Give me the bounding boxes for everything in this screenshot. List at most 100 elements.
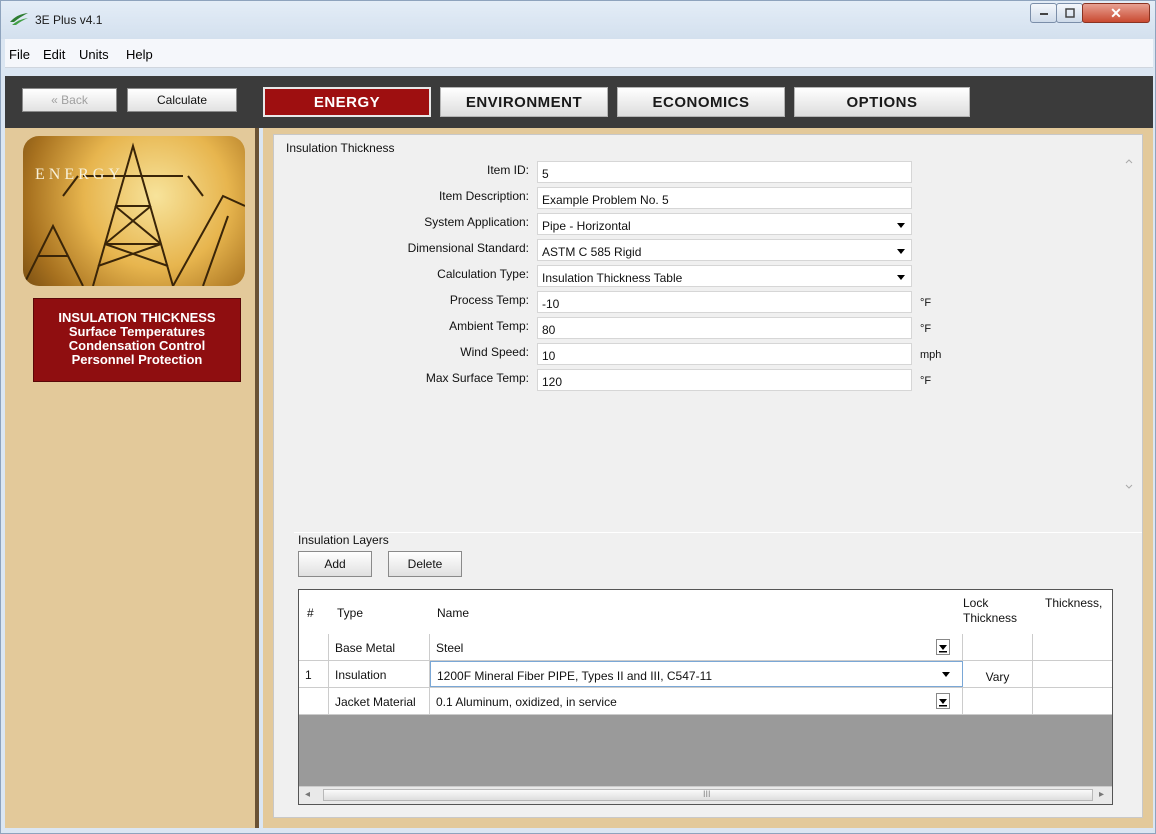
nav-surface-temperatures[interactable]: Surface Temperatures [34,325,240,339]
row-number: 1 [299,661,329,687]
calculation-type-value: Insulation Thickness Table [542,271,683,285]
max-surface-temp-label: Max Surface Temp: [425,371,529,385]
table-row[interactable]: Base Metal Steel [299,634,1112,661]
col-number: # [307,606,314,620]
chevron-down-icon [897,223,905,228]
row-name-combo[interactable]: 1200F Mineral Fiber PIPE, Types II and I… [430,661,963,687]
calculation-nav: INSULATION THICKNESS Surface Temperature… [33,298,241,382]
tab-options[interactable]: OPTIONS [794,87,970,117]
table-horizontal-scrollbar[interactable]: ◂ III ▸ [299,786,1112,804]
row-name-combo[interactable]: 0.1 Aluminum, oxidized, in service [430,688,963,714]
toolbar: « Back Calculate ENERGY ENVIRONMENT ECON… [5,76,1153,128]
form-vertical-scrollbar[interactable] [1122,151,1136,491]
window-title: 3E Plus v4.1 [35,13,103,27]
scroll-grip: III [703,789,711,799]
tab-economics[interactable]: ECONOMICS [617,87,785,117]
process-temp-unit: °F [920,297,932,309]
scrollbar-arrows-icon [1125,159,1133,489]
close-icon: ✕ [1110,4,1122,21]
row-name-combo[interactable]: Steel [430,634,963,660]
system-application-value: Pipe - Horizontal [542,219,631,233]
menu-bar: File Edit Units Help [5,39,1153,68]
ambient-temp-unit: °F [920,323,932,335]
maximize-icon [1064,8,1075,18]
row-thickness[interactable] [1033,661,1112,687]
dimensional-standard-value: ASTM C 585 Rigid [542,245,642,259]
row-name-value: 1200F Mineral Fiber PIPE, Types II and I… [437,669,713,683]
banner-text: ENERGY [35,166,124,183]
item-description-input[interactable]: Example Problem No. 5 [537,187,912,209]
item-id-label: Item ID: [486,163,529,177]
row-number [299,634,329,660]
menu-units[interactable]: Units [79,47,109,62]
wind-speed-unit: mph [920,349,942,361]
row-number [299,688,329,714]
col-thickness: Thickness, [1045,596,1103,610]
close-button[interactable]: ✕ [1082,3,1150,23]
add-layer-button[interactable]: Add [298,551,372,577]
row-name-value: 0.1 Aluminum, oxidized, in service [436,695,617,709]
system-application-select[interactable]: Pipe - Horizontal [537,213,912,235]
divider [294,532,1142,533]
nav-personnel-protection[interactable]: Personnel Protection [34,353,240,367]
insulation-thickness-panel: Insulation Thickness Item ID: 5 Item Des… [273,134,1143,818]
wind-speed-input[interactable]: 10 [537,343,912,365]
chevron-down-icon[interactable] [936,639,950,655]
row-name-value: Steel [436,641,464,655]
back-button[interactable]: « Back [22,88,117,112]
max-surface-temp-unit: °F [920,375,932,387]
item-id-input[interactable]: 5 [537,161,912,183]
row-lock[interactable] [963,634,1033,660]
dimensional-standard-select[interactable]: ASTM C 585 Rigid [537,239,912,261]
title-bar: 3E Plus v4.1 ✕ [1,1,1155,39]
calculation-type-label: Calculation Type: [437,267,529,281]
col-name: Name [437,606,470,620]
dimensional-standard-label: Dimensional Standard: [407,241,529,255]
insulation-layers-table: # Type Name Lock Thickness Thickness, Ba… [298,589,1113,805]
tab-energy[interactable]: ENERGY [263,87,431,117]
section-title: Insulation Thickness [286,141,395,155]
table-header: # Type Name Lock Thickness Thickness, [299,590,1112,635]
chevron-down-icon [897,249,905,254]
delete-layer-button[interactable]: Delete [388,551,462,577]
chevron-down-icon[interactable] [936,693,950,709]
row-type: Base Metal [329,634,430,660]
wind-speed-label: Wind Speed: [460,345,529,359]
menu-help[interactable]: Help [126,47,153,62]
minimize-button[interactable] [1030,3,1057,23]
process-temp-input[interactable]: -10 [537,291,912,313]
chevron-down-icon[interactable] [942,672,950,677]
scroll-left-icon[interactable]: ◂ [305,789,310,800]
power-tower-icon [23,142,245,286]
maximize-button[interactable] [1056,3,1083,23]
row-type: Jacket Material [329,688,430,714]
table-row[interactable]: 1 Insulation 1200F Mineral Fiber PIPE, T… [299,661,1112,688]
energy-banner-image: ENERGY [23,136,245,286]
calculate-button[interactable]: Calculate [127,88,237,112]
ambient-temp-input[interactable]: 80 [537,317,912,339]
chevron-down-icon [897,275,905,280]
menu-edit[interactable]: Edit [43,47,65,62]
calculation-type-select[interactable]: Insulation Thickness Table [537,265,912,287]
ambient-temp-label: Ambient Temp: [449,319,529,333]
col-lock-thickness: Lock Thickness [963,596,1018,625]
row-type: Insulation [329,661,430,687]
layers-section-title: Insulation Layers [298,533,389,547]
row-thickness[interactable] [1033,688,1112,714]
row-lock[interactable]: Vary [963,661,1033,687]
row-lock[interactable] [963,688,1033,714]
menu-file[interactable]: File [9,47,30,62]
max-surface-temp-input[interactable]: 120 [537,369,912,391]
app-window: 3E Plus v4.1 ✕ File Edit Units Help « Ba… [0,0,1156,834]
tab-environment[interactable]: ENVIRONMENT [440,87,608,117]
row-thickness[interactable] [1033,634,1112,660]
app-logo-icon [10,13,28,25]
system-application-label: System Application: [424,215,529,229]
nav-insulation-thickness[interactable]: INSULATION THICKNESS [34,311,240,325]
scroll-right-icon[interactable]: ▸ [1099,789,1104,800]
table-row[interactable]: Jacket Material 0.1 Aluminum, oxidized, … [299,688,1112,715]
sidebar: ENERGY INSULATION THICKNESS Surface Temp… [5,128,259,828]
minimize-icon [1039,13,1048,15]
nav-condensation-control[interactable]: Condensation Control [34,339,240,353]
process-temp-label: Process Temp: [449,293,529,307]
